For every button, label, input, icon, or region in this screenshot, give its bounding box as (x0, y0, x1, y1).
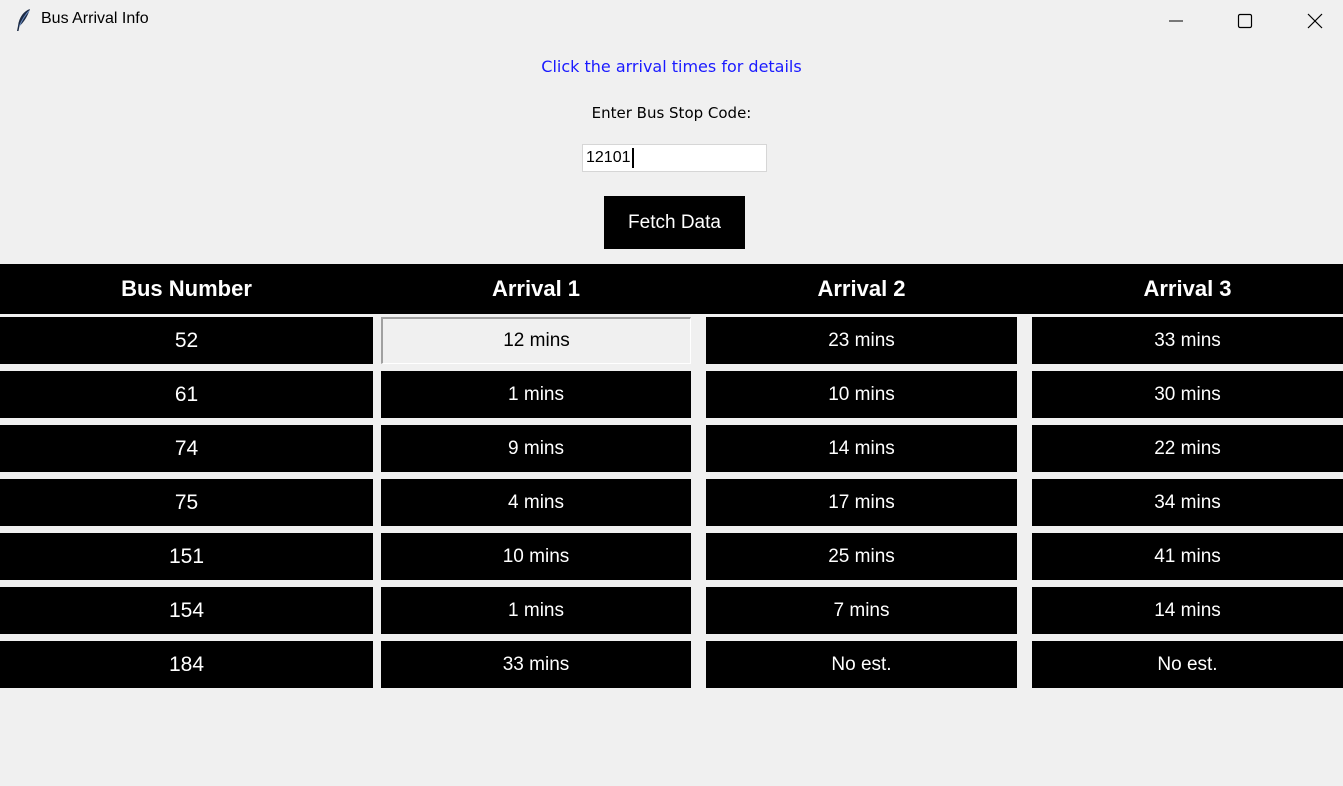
arrival-3-cell[interactable]: 30 mins (1032, 371, 1343, 418)
arrival-1-cell[interactable]: 9 mins (381, 425, 691, 472)
arrival-3-cell[interactable]: No est. (1032, 641, 1343, 688)
table-header: Bus Number Arrival 1 Arrival 2 Arrival 3 (0, 264, 1343, 314)
arrival-2-cell[interactable]: 23 mins (706, 317, 1017, 364)
bus-number-cell: 61 (0, 371, 373, 418)
arrival-1-cell[interactable]: 33 mins (381, 641, 691, 688)
arrival-2-cell[interactable]: 14 mins (706, 425, 1017, 472)
arrival-1-cell[interactable]: 10 mins (381, 533, 691, 580)
arrival-2-cell[interactable]: 25 mins (706, 533, 1017, 580)
arrival-1-cell[interactable]: 1 mins (381, 371, 691, 418)
feather-icon (17, 9, 30, 31)
header-arrival-1: Arrival 1 (491, 276, 581, 301)
arrival-3-cell[interactable]: 34 mins (1032, 479, 1343, 526)
maximize-button[interactable] (1210, 0, 1280, 42)
bus-stop-code-input[interactable]: 12101 (582, 144, 767, 172)
header-arrival-3: Arrival 3 (1143, 276, 1232, 301)
title-bar: Bus Arrival Info (0, 0, 1343, 42)
arrival-1-cell[interactable]: 12 mins (381, 317, 691, 364)
arrival-2-cell[interactable]: No est. (706, 641, 1017, 688)
bus-stop-code-value: 12101 (586, 149, 631, 166)
arrival-3-cell[interactable]: 14 mins (1032, 587, 1343, 634)
maximize-icon (1237, 13, 1253, 29)
bus-number-cell: 154 (0, 587, 373, 634)
header-arrival-2: Arrival 2 (817, 276, 906, 301)
arrival-3-cell[interactable]: 41 mins (1032, 533, 1343, 580)
arrival-3-cell[interactable]: 22 mins (1032, 425, 1343, 472)
window-title: Bus Arrival Info (41, 10, 149, 27)
details-hint: Click the arrival times for details (541, 57, 802, 76)
minimize-button[interactable] (1141, 0, 1211, 42)
bus-number-cell: 75 (0, 479, 373, 526)
arrival-3-cell[interactable]: 33 mins (1032, 317, 1343, 364)
header-bus-number: Bus Number (121, 276, 252, 301)
bus-stop-code-label: Enter Bus Stop Code: (591, 104, 752, 122)
bus-number-cell: 151 (0, 533, 373, 580)
arrival-1-cell[interactable]: 1 mins (381, 587, 691, 634)
close-icon (1307, 13, 1323, 29)
arrival-2-cell[interactable]: 17 mins (706, 479, 1017, 526)
bus-number-cell: 74 (0, 425, 373, 472)
fetch-data-button[interactable]: Fetch Data (604, 196, 745, 249)
minimize-icon (1169, 20, 1183, 22)
close-button[interactable] (1280, 0, 1343, 42)
arrival-2-cell[interactable]: 10 mins (706, 371, 1017, 418)
bus-number-cell: 52 (0, 317, 373, 364)
arrival-1-cell[interactable]: 4 mins (381, 479, 691, 526)
text-caret (631, 148, 634, 168)
arrival-2-cell[interactable]: 7 mins (706, 587, 1017, 634)
bus-number-cell: 184 (0, 641, 373, 688)
